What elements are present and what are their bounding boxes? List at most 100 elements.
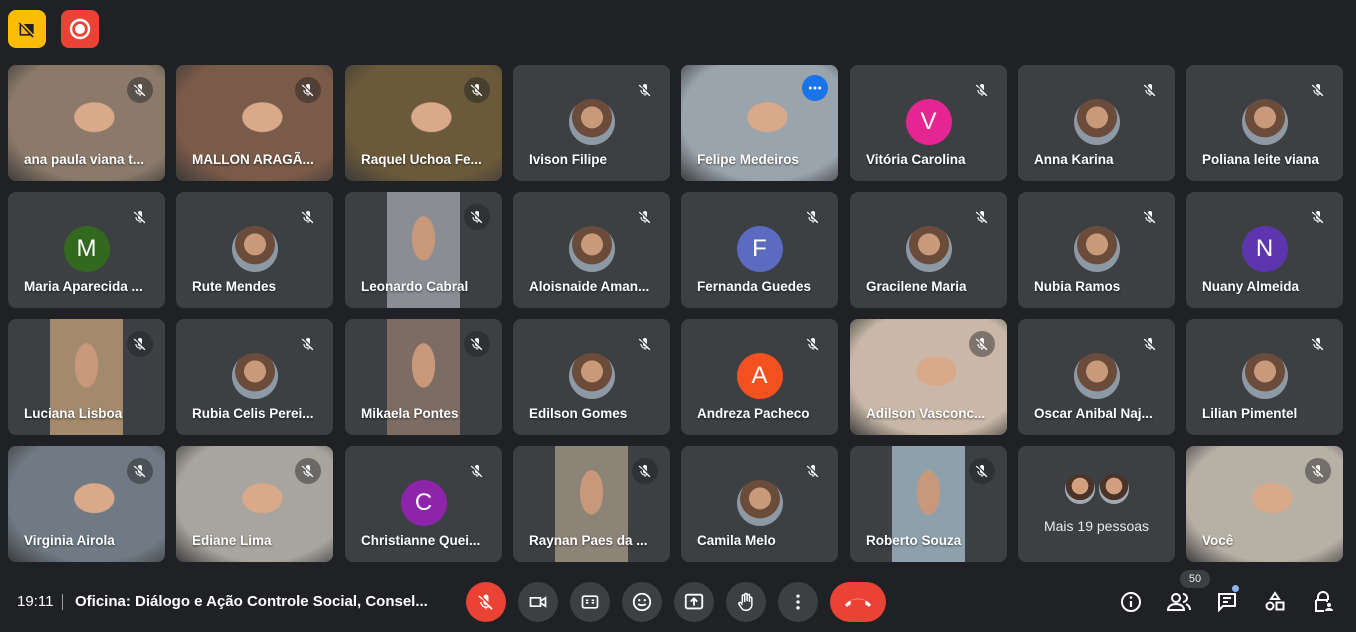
- participant-tile[interactable]: Luciana Lisboa: [8, 319, 165, 435]
- lock-person-icon: [1315, 591, 1333, 612]
- muted-mic-icon: [969, 204, 995, 230]
- participant-name: Adilson Vasconc...: [866, 406, 986, 421]
- meeting-title: Oficina: Diálogo e Ação Controle Social,…: [75, 593, 428, 610]
- participant-name: Você: [1202, 533, 1234, 548]
- mic-toggle-button[interactable]: [466, 582, 506, 622]
- avatar: [1241, 99, 1288, 145]
- meeting-info-button[interactable]: [1114, 585, 1148, 619]
- clock: 19:11: [17, 593, 54, 610]
- avatar: [1241, 353, 1288, 399]
- captions-button[interactable]: [570, 582, 610, 622]
- participant-tile[interactable]: Mais 19 pessoas: [1018, 446, 1175, 562]
- host-controls-button[interactable]: [1306, 585, 1340, 619]
- reactions-button[interactable]: [622, 582, 662, 622]
- muted-mic-icon: [632, 77, 658, 103]
- participant-tile[interactable]: Virginia Airola: [8, 446, 165, 562]
- participant-tile[interactable]: Mikaela Pontes: [345, 319, 502, 435]
- activities-button[interactable]: [1258, 585, 1292, 619]
- participant-tile[interactable]: A Andreza Pacheco: [681, 319, 838, 435]
- muted-mic-icon: [464, 458, 490, 484]
- participant-tile[interactable]: Adilson Vasconc...: [850, 319, 1007, 435]
- muted-mic-icon: [800, 204, 826, 230]
- avatar: V: [905, 99, 952, 145]
- leave-call-button[interactable]: [830, 582, 886, 622]
- participant-name: Fernanda Guedes: [697, 279, 812, 294]
- avatar: M: [63, 226, 110, 272]
- avatar: [568, 353, 615, 399]
- avatar: [1073, 99, 1120, 145]
- more-vert-icon: [796, 594, 800, 610]
- muted-mic-icon: [969, 77, 995, 103]
- participant-tile[interactable]: Ediane Lima: [176, 446, 333, 562]
- participant-name: MALLON ARAGÃ...: [192, 152, 314, 167]
- info-icon: [1121, 592, 1141, 612]
- people-icon: [1166, 593, 1191, 611]
- activities-icon: [1265, 591, 1285, 611]
- participant-name: Lilian Pimentel: [1202, 406, 1298, 421]
- participant-tile[interactable]: MALLON ARAGÃ...: [176, 65, 333, 181]
- participant-name: Edilson Gomes: [529, 406, 628, 421]
- muted-mic-icon: [1305, 204, 1331, 230]
- participant-name: Rute Mendes: [192, 279, 277, 294]
- participant-tile[interactable]: ana paula viana t...: [8, 65, 165, 181]
- muted-mic-icon: [464, 204, 490, 230]
- participant-name: Anna Karina: [1034, 152, 1114, 167]
- muted-mic-icon: [295, 204, 321, 230]
- participant-tile[interactable]: V Vitória Carolina: [850, 65, 1007, 181]
- participant-tile[interactable]: Poliana leite viana: [1186, 65, 1343, 181]
- participant-tile[interactable]: C Christianne Quei...: [345, 446, 502, 562]
- tile-options-button[interactable]: [802, 75, 828, 101]
- muted-mic-icon: [127, 331, 153, 357]
- participant-tile[interactable]: N Nuany Almeida: [1186, 192, 1343, 308]
- participant-tile[interactable]: Nubia Ramos: [1018, 192, 1175, 308]
- people-button[interactable]: [1162, 585, 1196, 619]
- participant-name: Leonardo Cabral: [361, 279, 469, 294]
- avatar: [231, 353, 278, 399]
- more-people-avatars: [1063, 474, 1131, 504]
- raise-hand-button[interactable]: [726, 582, 766, 622]
- participant-tile[interactable]: Gracilene Maria: [850, 192, 1007, 308]
- chat-icon: [1218, 593, 1236, 613]
- participant-name: Camila Melo: [697, 533, 776, 548]
- participant-name: Nuany Almeida: [1202, 279, 1300, 294]
- participant-tile[interactable]: Rute Mendes: [176, 192, 333, 308]
- avatar: [1098, 474, 1129, 504]
- avatar: [905, 226, 952, 272]
- record-icon: [69, 18, 91, 40]
- participant-tile[interactable]: Você: [1186, 446, 1343, 562]
- participant-name: Ediane Lima: [192, 533, 272, 548]
- participant-tile[interactable]: Camila Melo: [681, 446, 838, 562]
- participant-tile[interactable]: Lilian Pimentel: [1186, 319, 1343, 435]
- camera-toggle-button[interactable]: [518, 582, 558, 622]
- muted-mic-icon: [969, 458, 995, 484]
- more-options-button[interactable]: [778, 582, 818, 622]
- hang-up-icon: [845, 598, 871, 607]
- avatar: [1073, 226, 1120, 272]
- avatar: C: [400, 480, 447, 526]
- muted-mic-icon: [800, 331, 826, 357]
- camera-off-indicator[interactable]: [8, 10, 46, 48]
- muted-mic-icon: [295, 77, 321, 103]
- participant-tile[interactable]: Rubia Celis Perei...: [176, 319, 333, 435]
- participant-tile[interactable]: Oscar Anibal Naj...: [1018, 319, 1175, 435]
- chat-button[interactable]: [1210, 585, 1244, 619]
- muted-mic-icon: [632, 331, 658, 357]
- participant-tile[interactable]: Aloisnaide Aman...: [513, 192, 670, 308]
- muted-mic-icon: [1137, 77, 1163, 103]
- participant-tile[interactable]: Felipe Medeiros: [681, 65, 838, 181]
- recording-indicator[interactable]: [61, 10, 99, 48]
- participant-tile[interactable]: Raynan Paes da ...: [513, 446, 670, 562]
- present-screen-button[interactable]: [674, 582, 714, 622]
- participant-tile[interactable]: M Maria Aparecida ...: [8, 192, 165, 308]
- more-people-label: Mais 19 pessoas: [1043, 518, 1150, 534]
- present-icon: [684, 593, 704, 610]
- participant-tile[interactable]: Edilson Gomes: [513, 319, 670, 435]
- participant-tile[interactable]: Raquel Uchoa Fe...: [345, 65, 502, 181]
- avatar: [231, 226, 278, 272]
- participant-tile[interactable]: Anna Karina: [1018, 65, 1175, 181]
- participant-tile[interactable]: Leonardo Cabral: [345, 192, 502, 308]
- participant-tile[interactable]: F Fernanda Guedes: [681, 192, 838, 308]
- participant-tile[interactable]: Roberto Souza: [850, 446, 1007, 562]
- participant-tile[interactable]: Ivison Filipe: [513, 65, 670, 181]
- muted-mic-icon: [127, 204, 153, 230]
